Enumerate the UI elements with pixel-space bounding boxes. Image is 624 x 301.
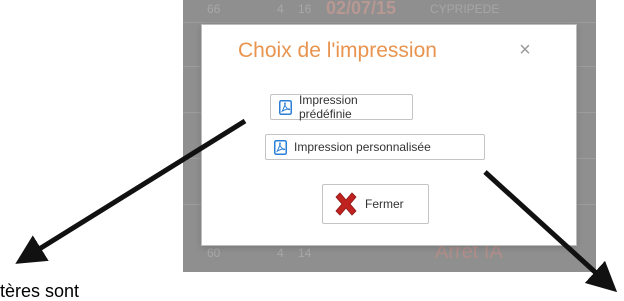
predefined-print-button[interactable]: Impression prédéfinie <box>270 93 413 121</box>
screenshot-stage: 66 4 16 02/07/15 CYPRIPEDE 60 4 14 Arrêt… <box>0 0 624 301</box>
predefined-print-label: Impression prédéfinie <box>299 93 358 121</box>
cell-number: 66 <box>207 2 221 16</box>
red-x-icon <box>335 192 357 216</box>
cell-date: 02/07/15 <box>326 0 397 18</box>
table-row: 66 4 16 02/07/15 CYPRIPEDE <box>183 0 596 23</box>
cell-value: 16 <box>298 2 312 16</box>
close-button[interactable]: Fermer <box>322 184 429 224</box>
cell-name: CYPRIPEDE <box>430 2 500 16</box>
close-icon[interactable]: × <box>514 39 536 61</box>
custom-print-label: Impression personnalisée <box>294 140 431 154</box>
cell-count: 4 <box>277 2 284 16</box>
close-button-label: Fermer <box>365 197 404 211</box>
cell-value: 14 <box>298 246 312 260</box>
caption-text: tères sont <box>0 281 80 301</box>
custom-print-button[interactable]: Impression personnalisée <box>265 134 485 160</box>
pdf-icon <box>274 139 287 155</box>
dialog-title: Choix de l'impression <box>238 39 437 62</box>
cell-count: 4 <box>277 246 284 260</box>
table-row: 60 4 14 Arrêt IA <box>183 241 596 266</box>
pdf-icon <box>279 99 292 115</box>
print-choice-dialog: Choix de l'impression × Impression prédé… <box>201 24 577 246</box>
cell-number: 60 <box>207 246 221 260</box>
